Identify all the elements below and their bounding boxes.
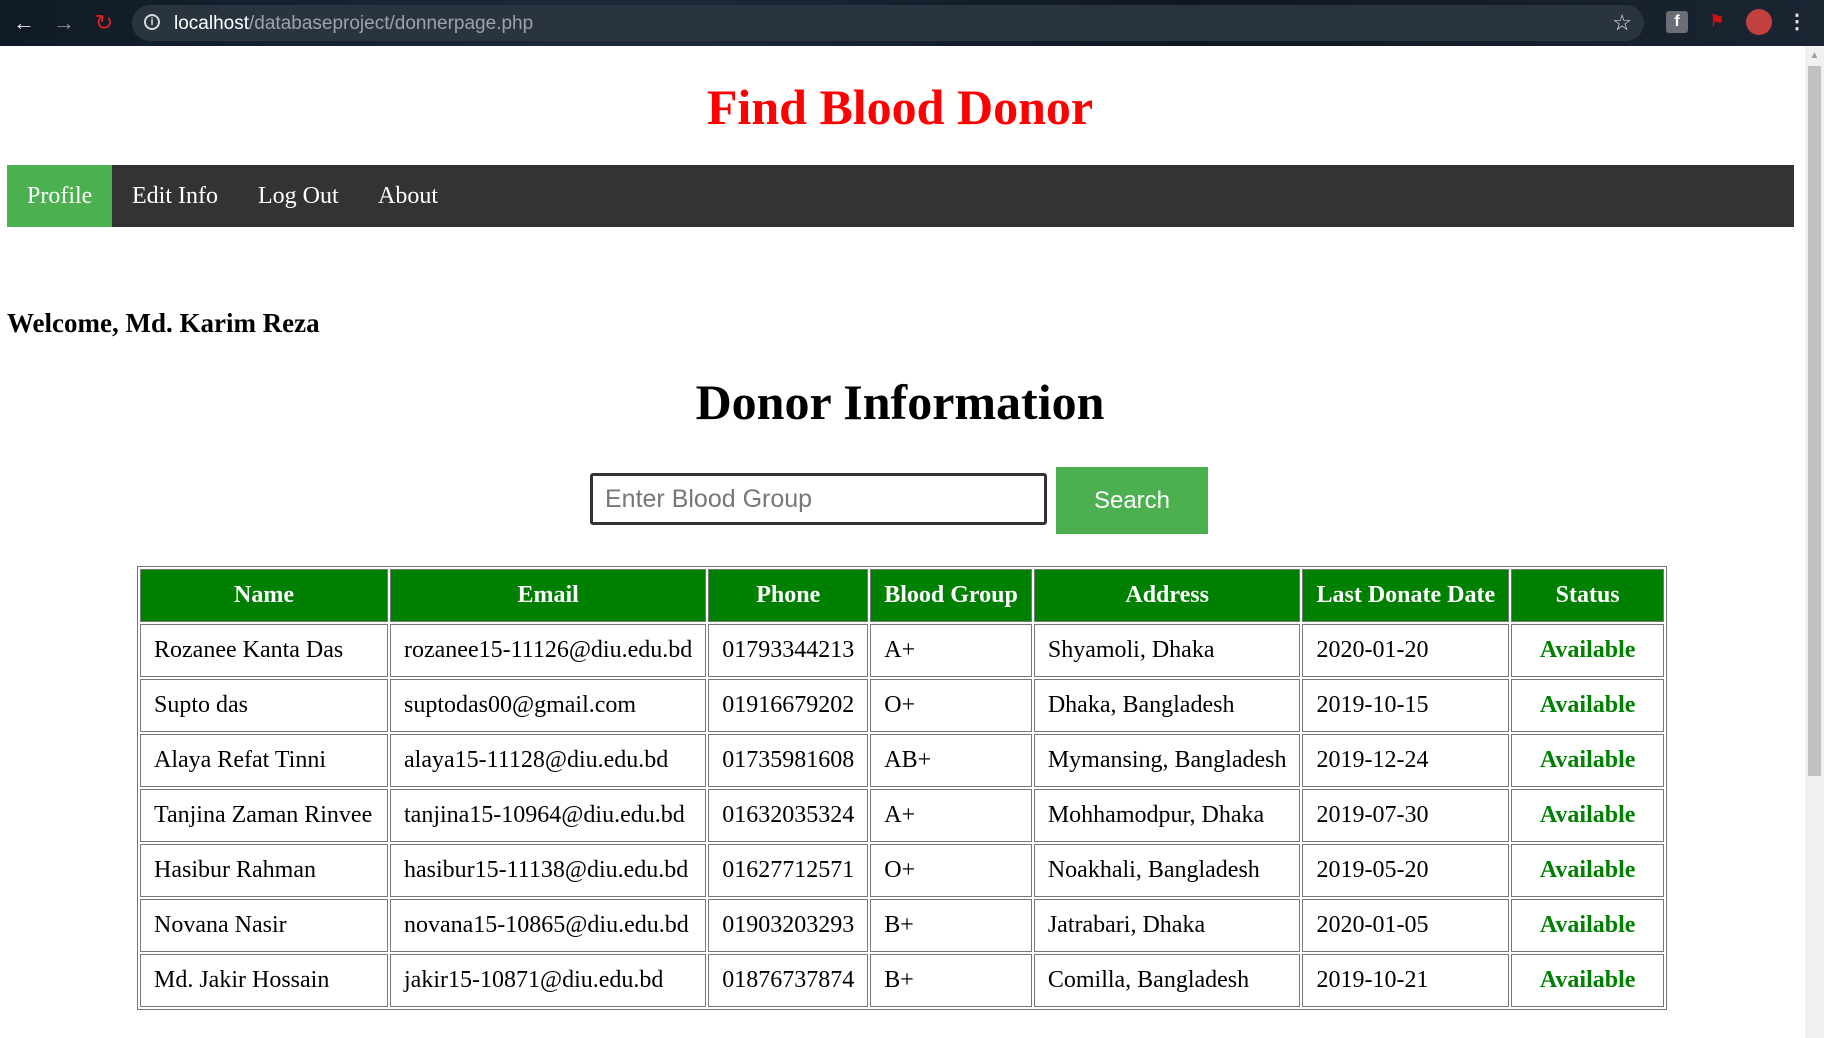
bookmark-extension-icon[interactable]: ⚑	[1706, 11, 1728, 33]
cell-address: Comilla, Bangladesh	[1033, 954, 1301, 1007]
cell-last-donate-date: 2019-12-24	[1302, 734, 1510, 787]
cell-blood-group: B+	[870, 899, 1032, 952]
cell-status: Available	[1511, 899, 1665, 952]
page-title: Donor Information	[695, 374, 1105, 430]
menu-dots-icon[interactable]: ⋮	[1786, 11, 1808, 33]
header-status: Status	[1511, 569, 1665, 622]
header-email: Email	[390, 569, 707, 622]
nav-profile[interactable]: Profile	[7, 165, 112, 227]
cell-status: Available	[1511, 624, 1665, 677]
cell-address: Noakhali, Bangladesh	[1033, 844, 1301, 897]
table-row: Tanjina Zaman Rinvee tanjina15-10964@diu…	[140, 789, 1665, 842]
back-arrow-icon[interactable]: ←	[10, 9, 38, 37]
cell-email: hasibur15-11138@diu.edu.bd	[390, 844, 707, 897]
cell-last-donate-date: 2019-10-21	[1302, 954, 1510, 1007]
cell-address: Mymansing, Bangladesh	[1033, 734, 1301, 787]
cell-status: Available	[1511, 844, 1665, 897]
cell-last-donate-date: 2019-05-20	[1302, 844, 1510, 897]
cell-phone: 01632035324	[708, 789, 869, 842]
table-row: Hasibur Rahman hasibur15-11138@diu.edu.b…	[140, 844, 1665, 897]
cell-last-donate-date: 2020-01-20	[1302, 624, 1510, 677]
cell-status: Available	[1511, 954, 1665, 1007]
cell-email: alaya15-11128@diu.edu.bd	[390, 734, 707, 787]
table-row: Rozanee Kanta Das rozanee15-11126@diu.ed…	[140, 624, 1665, 677]
cell-blood-group: A+	[870, 624, 1032, 677]
table-row: Md. Jakir Hossain jakir15-10871@diu.edu.…	[140, 954, 1665, 1007]
cell-address: Shyamoli, Dhaka	[1033, 624, 1301, 677]
cell-email: rozanee15-11126@diu.edu.bd	[390, 624, 707, 677]
info-icon[interactable]: i	[144, 14, 160, 30]
cell-phone: 01735981608	[708, 734, 869, 787]
scrollbar-thumb[interactable]	[1808, 66, 1821, 776]
site-title: Find Blood Donor	[706, 79, 1094, 135]
forward-arrow-icon[interactable]: →	[50, 9, 78, 37]
donor-table: Name Email Phone Blood Group Address Las…	[137, 566, 1668, 1010]
cell-name: Hasibur Rahman	[140, 844, 388, 897]
address-bar[interactable]: i localhost/databaseproject/donnerpage.p…	[132, 5, 1644, 41]
cell-blood-group: AB+	[870, 734, 1032, 787]
reload-icon[interactable]: ↻	[90, 9, 118, 37]
top-nav: Profile Edit Info Log Out About	[7, 165, 1794, 227]
cell-address: Dhaka, Bangladesh	[1033, 679, 1301, 732]
cell-status: Available	[1511, 789, 1665, 842]
cell-address: Jatrabari, Dhaka	[1033, 899, 1301, 952]
cell-name: Rozanee Kanta Das	[140, 624, 388, 677]
vertical-scrollbar[interactable]: ▲	[1805, 46, 1824, 1038]
facebook-extension-icon[interactable]: f	[1666, 11, 1688, 33]
cell-email: jakir15-10871@diu.edu.bd	[390, 954, 707, 1007]
cell-phone: 01876737874	[708, 954, 869, 1007]
bookmark-star-icon[interactable]: ☆	[1612, 10, 1632, 36]
cell-email: suptodas00@gmail.com	[390, 679, 707, 732]
table-row: Supto das suptodas00@gmail.com 019166792…	[140, 679, 1665, 732]
cell-last-donate-date: 2020-01-05	[1302, 899, 1510, 952]
cell-name: Alaya Refat Tinni	[140, 734, 388, 787]
cell-name: Novana Nasir	[140, 899, 388, 952]
welcome-message: Welcome, Md. Karim Reza	[7, 308, 320, 338]
header-last-donate-date: Last Donate Date	[1302, 569, 1510, 622]
table-row: Alaya Refat Tinni alaya15-11128@diu.edu.…	[140, 734, 1665, 787]
cell-name: Md. Jakir Hossain	[140, 954, 388, 1007]
nav-edit-info[interactable]: Edit Info	[112, 165, 238, 227]
avatar[interactable]	[1746, 9, 1772, 35]
scroll-up-icon[interactable]: ▲	[1805, 48, 1824, 64]
cell-blood-group: B+	[870, 954, 1032, 1007]
header-phone: Phone	[708, 569, 869, 622]
cell-email: novana15-10865@diu.edu.bd	[390, 899, 707, 952]
table-header-row: Name Email Phone Blood Group Address Las…	[140, 569, 1665, 622]
cell-last-donate-date: 2019-10-15	[1302, 679, 1510, 732]
header-address: Address	[1033, 569, 1301, 622]
cell-name: Tanjina Zaman Rinvee	[140, 789, 388, 842]
search-button[interactable]: Search	[1056, 467, 1208, 534]
cell-phone: 01903203293	[708, 899, 869, 952]
url-text[interactable]: localhost/databaseproject/donnerpage.php	[174, 13, 533, 35]
cell-email: tanjina15-10964@diu.edu.bd	[390, 789, 707, 842]
nav-about[interactable]: About	[358, 165, 458, 227]
cell-name: Supto das	[140, 679, 388, 732]
cell-phone: 01627712571	[708, 844, 869, 897]
blood-group-search-input[interactable]	[590, 473, 1047, 525]
cell-last-donate-date: 2019-07-30	[1302, 789, 1510, 842]
header-blood-group: Blood Group	[870, 569, 1032, 622]
cell-phone: 01916679202	[708, 679, 869, 732]
cell-blood-group: A+	[870, 789, 1032, 842]
browser-toolbar: ← → ↻ i localhost/databaseproject/donner…	[0, 0, 1824, 46]
cell-status: Available	[1511, 679, 1665, 732]
cell-status: Available	[1511, 734, 1665, 787]
nav-log-out[interactable]: Log Out	[238, 165, 359, 227]
cell-blood-group: O+	[870, 844, 1032, 897]
header-name: Name	[140, 569, 388, 622]
table-row: Novana Nasir novana15-10865@diu.edu.bd 0…	[140, 899, 1665, 952]
cell-address: Mohhamodpur, Dhaka	[1033, 789, 1301, 842]
cell-blood-group: O+	[870, 679, 1032, 732]
cell-phone: 01793344213	[708, 624, 869, 677]
